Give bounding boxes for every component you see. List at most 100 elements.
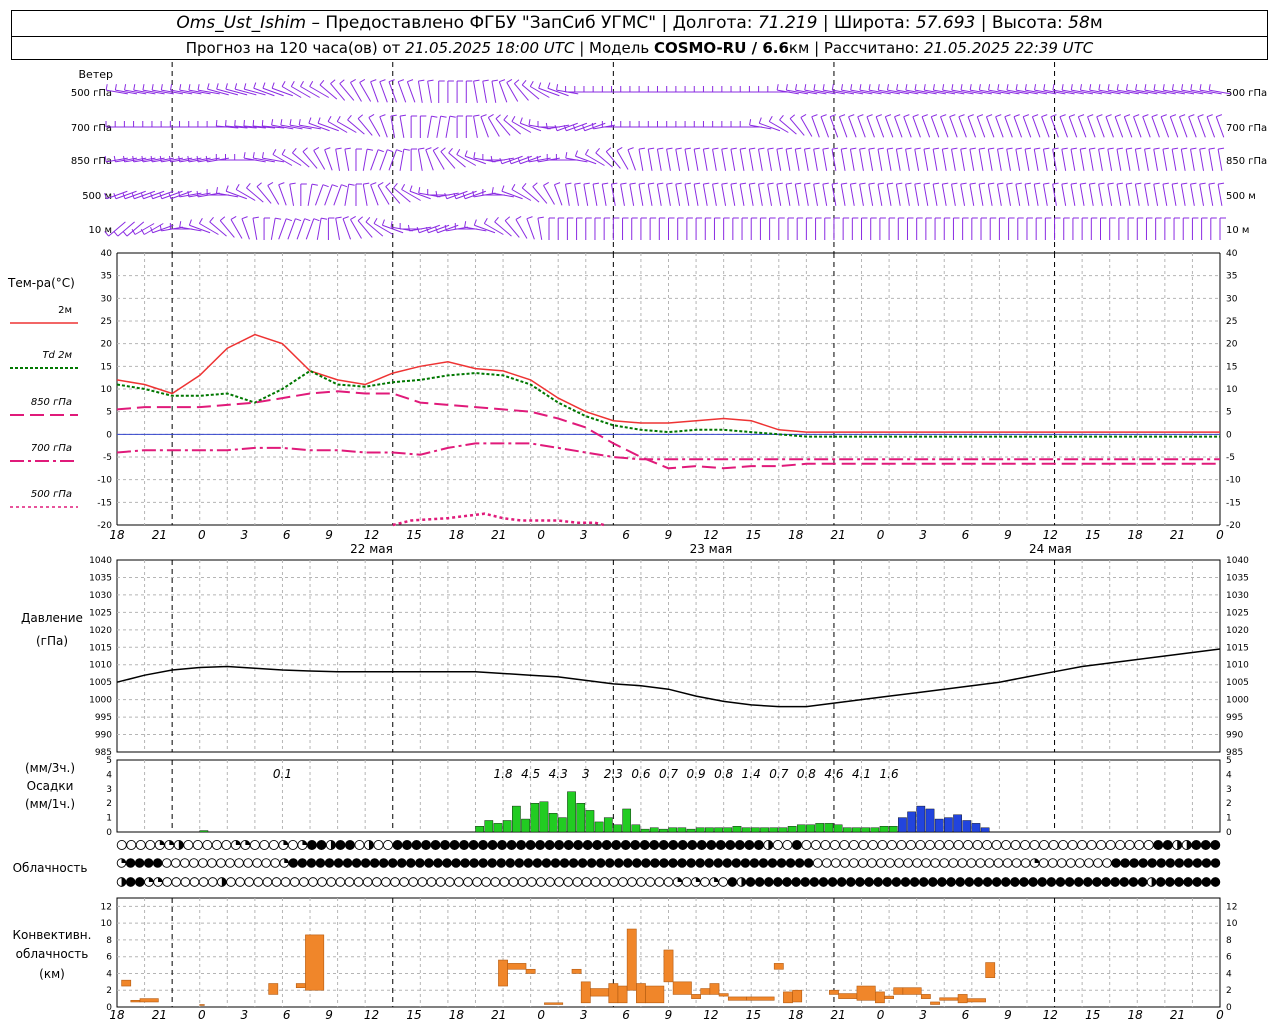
- wind-barb-flag: [960, 147, 967, 150]
- wind-barb-flag: [887, 147, 894, 150]
- cloud-symbol: [1155, 877, 1166, 887]
- cloud-symbol: [696, 839, 707, 851]
- precip-ytick-right: 5: [1226, 756, 1232, 766]
- cloud-symbol: [335, 877, 346, 887]
- wind-barb: [675, 184, 681, 206]
- wind-barb-flag: [1181, 84, 1184, 91]
- wind-barb-flag: [868, 84, 871, 91]
- wind-barb: [305, 218, 315, 240]
- cloud-symbol: [478, 839, 489, 851]
- wind-barb-flag: [767, 147, 774, 150]
- convective-ytick-left: 10: [101, 919, 113, 929]
- wind-barb-flag: [1153, 84, 1156, 91]
- wind-barb: [1042, 149, 1048, 171]
- wind-barb-flag: [403, 148, 410, 151]
- cloud-symbol: [754, 877, 765, 887]
- cloud-symbol: [326, 877, 337, 887]
- cloud-symbol-quarter: [714, 877, 719, 882]
- cloud-symbol: [532, 858, 543, 868]
- wind-barb: [656, 184, 662, 206]
- cloud-symbol: [306, 858, 317, 868]
- bottom-time-tick: 9: [325, 1008, 333, 1022]
- wind-barb: [357, 118, 373, 136]
- wind-barb-flag: [235, 184, 240, 190]
- precip-bar: [953, 814, 962, 833]
- wind-barb-flag: [1105, 114, 1112, 118]
- wind-barb-flag: [1107, 182, 1114, 185]
- wind-barb-flag: [565, 152, 568, 159]
- cloud-symbol: [700, 877, 710, 887]
- wind-barb: [1116, 149, 1122, 171]
- wind-barb-flag: [795, 147, 802, 150]
- wind-barb-flag: [482, 79, 489, 82]
- cloud-symbol: [505, 858, 516, 868]
- temp-ytick-right: -10: [1226, 476, 1241, 486]
- wind-barb-flag: [749, 182, 756, 185]
- wind-barb: [262, 87, 284, 97]
- wind-barb: [289, 184, 295, 206]
- convective-title-1: Конвективн.: [13, 928, 92, 942]
- wind-barb-flag: [1160, 114, 1167, 118]
- wind-barb-flag: [322, 184, 329, 188]
- wind-barb-flag: [308, 117, 312, 124]
- cloud-symbol: [613, 858, 624, 868]
- cloud-symbol: [573, 839, 584, 851]
- precip-bar: [475, 826, 484, 833]
- cloud-symbol: [344, 877, 355, 887]
- wind-barb-flag: [914, 182, 921, 185]
- wind-barb: [357, 220, 373, 238]
- wind-barb-flag: [357, 114, 364, 119]
- precip-bar: [530, 803, 540, 833]
- cloud-symbol: [544, 839, 555, 851]
- wind-barb-flag: [425, 147, 432, 151]
- cloud-symbol: [1020, 839, 1031, 851]
- cloud-symbol: [225, 858, 235, 868]
- cloud-symbol-quarter: [284, 858, 289, 863]
- wind-barb-flag: [997, 84, 1000, 91]
- time-tick: 15: [406, 528, 421, 542]
- wind-barb: [601, 184, 607, 206]
- wind-barb-flag: [1059, 114, 1066, 118]
- wind-barb-flag: [1024, 147, 1032, 150]
- temp-ytick-left: -10: [97, 476, 112, 486]
- cloud-symbol: [369, 858, 380, 868]
- wind-barb-flag: [979, 182, 986, 185]
- cloud-symbol: [821, 858, 832, 868]
- temp-ytick-left: 40: [101, 249, 113, 259]
- wind-barb-flag: [850, 182, 857, 185]
- wind-barb: [397, 81, 407, 103]
- wind-barb-flag: [595, 148, 600, 154]
- wind-barb-flag: [313, 218, 320, 222]
- cloud-symbol: [116, 839, 127, 851]
- cloud-symbol: [440, 839, 451, 851]
- cloud-symbol: [424, 858, 434, 868]
- legend-label-t700: 700 гПа: [31, 443, 72, 454]
- wind-barb: [1116, 184, 1122, 206]
- cloud-symbol: [849, 858, 859, 868]
- cloud-symbol: [288, 858, 299, 868]
- wind-barb: [996, 149, 1002, 171]
- wind-barb-flag: [767, 182, 774, 185]
- wind-barb-flag: [390, 114, 397, 117]
- cloud-symbol: [335, 839, 346, 851]
- cloud-symbol: [937, 877, 947, 887]
- cloud-symbol: [776, 858, 787, 868]
- wind-barb-flag: [620, 182, 627, 185]
- convective-bar: [295, 983, 306, 989]
- cloud-symbol: [650, 858, 660, 868]
- cloud-symbol-half: [368, 840, 374, 850]
- cloud-symbol: [433, 858, 443, 868]
- wind-barb: [1171, 149, 1177, 171]
- cloud-symbol: [126, 839, 137, 851]
- precip-bar: [613, 824, 622, 833]
- bottom-time-tick: 9: [665, 1008, 673, 1022]
- convective-bar: [966, 998, 986, 1003]
- wind-barb-flag: [1190, 84, 1193, 91]
- precip-bar: [934, 818, 944, 833]
- wind-barb-flag: [1116, 147, 1123, 150]
- time-tick: 3: [580, 528, 588, 542]
- wind-barb-flag: [267, 182, 274, 186]
- cloud-symbol: [262, 877, 273, 887]
- wind-barb-flag: [616, 147, 623, 151]
- wind-barb-flag: [749, 147, 756, 150]
